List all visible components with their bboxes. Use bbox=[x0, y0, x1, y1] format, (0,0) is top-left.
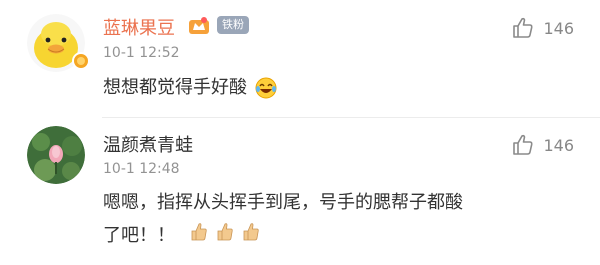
like-button[interactable]: 146 bbox=[511, 133, 574, 157]
comment-text-content: 了吧！！ bbox=[103, 225, 175, 246]
comment-text-line-2: 了吧！！ bbox=[103, 219, 583, 253]
comment-text: 嗯嗯，指挥从头挥手到尾，号手的腮帮子都酸 了吧！！ bbox=[103, 186, 583, 253]
username[interactable]: 温颜煮青蛙 bbox=[103, 131, 193, 157]
like-thumb-icon bbox=[513, 17, 533, 38]
laugh-cry-emoji-icon bbox=[255, 77, 277, 99]
level-crown-icon[interactable] bbox=[188, 16, 210, 36]
like-button[interactable]: 146 bbox=[511, 16, 574, 40]
thumbs-up-emoji-group bbox=[189, 220, 263, 253]
comment-text-content: 想想都觉得手好酸 bbox=[103, 77, 247, 98]
username[interactable]: 蓝琳果豆 bbox=[103, 14, 175, 40]
comment-time: 10-1 12:48 bbox=[103, 161, 180, 177]
like-count: 146 bbox=[543, 135, 574, 155]
verified-badge-icon bbox=[72, 52, 90, 70]
like-thumb-icon bbox=[513, 134, 533, 155]
avatar[interactable] bbox=[27, 126, 85, 184]
fan-badge: 铁粉 bbox=[217, 16, 249, 34]
comment-text-line: 嗯嗯，指挥从头挥手到尾，号手的腮帮子都酸 bbox=[103, 192, 463, 213]
comment-text: 想想都觉得手好酸 bbox=[103, 71, 583, 104]
comment-time: 10-1 12:52 bbox=[103, 45, 180, 61]
lotus-avatar-icon bbox=[27, 126, 85, 184]
comment-item: 蓝琳果豆 铁粉 10-1 12:52 想想都觉得手好酸 146 bbox=[0, 0, 600, 118]
like-count: 146 bbox=[543, 18, 574, 38]
thumbs-up-emoji-icon bbox=[191, 222, 259, 240]
